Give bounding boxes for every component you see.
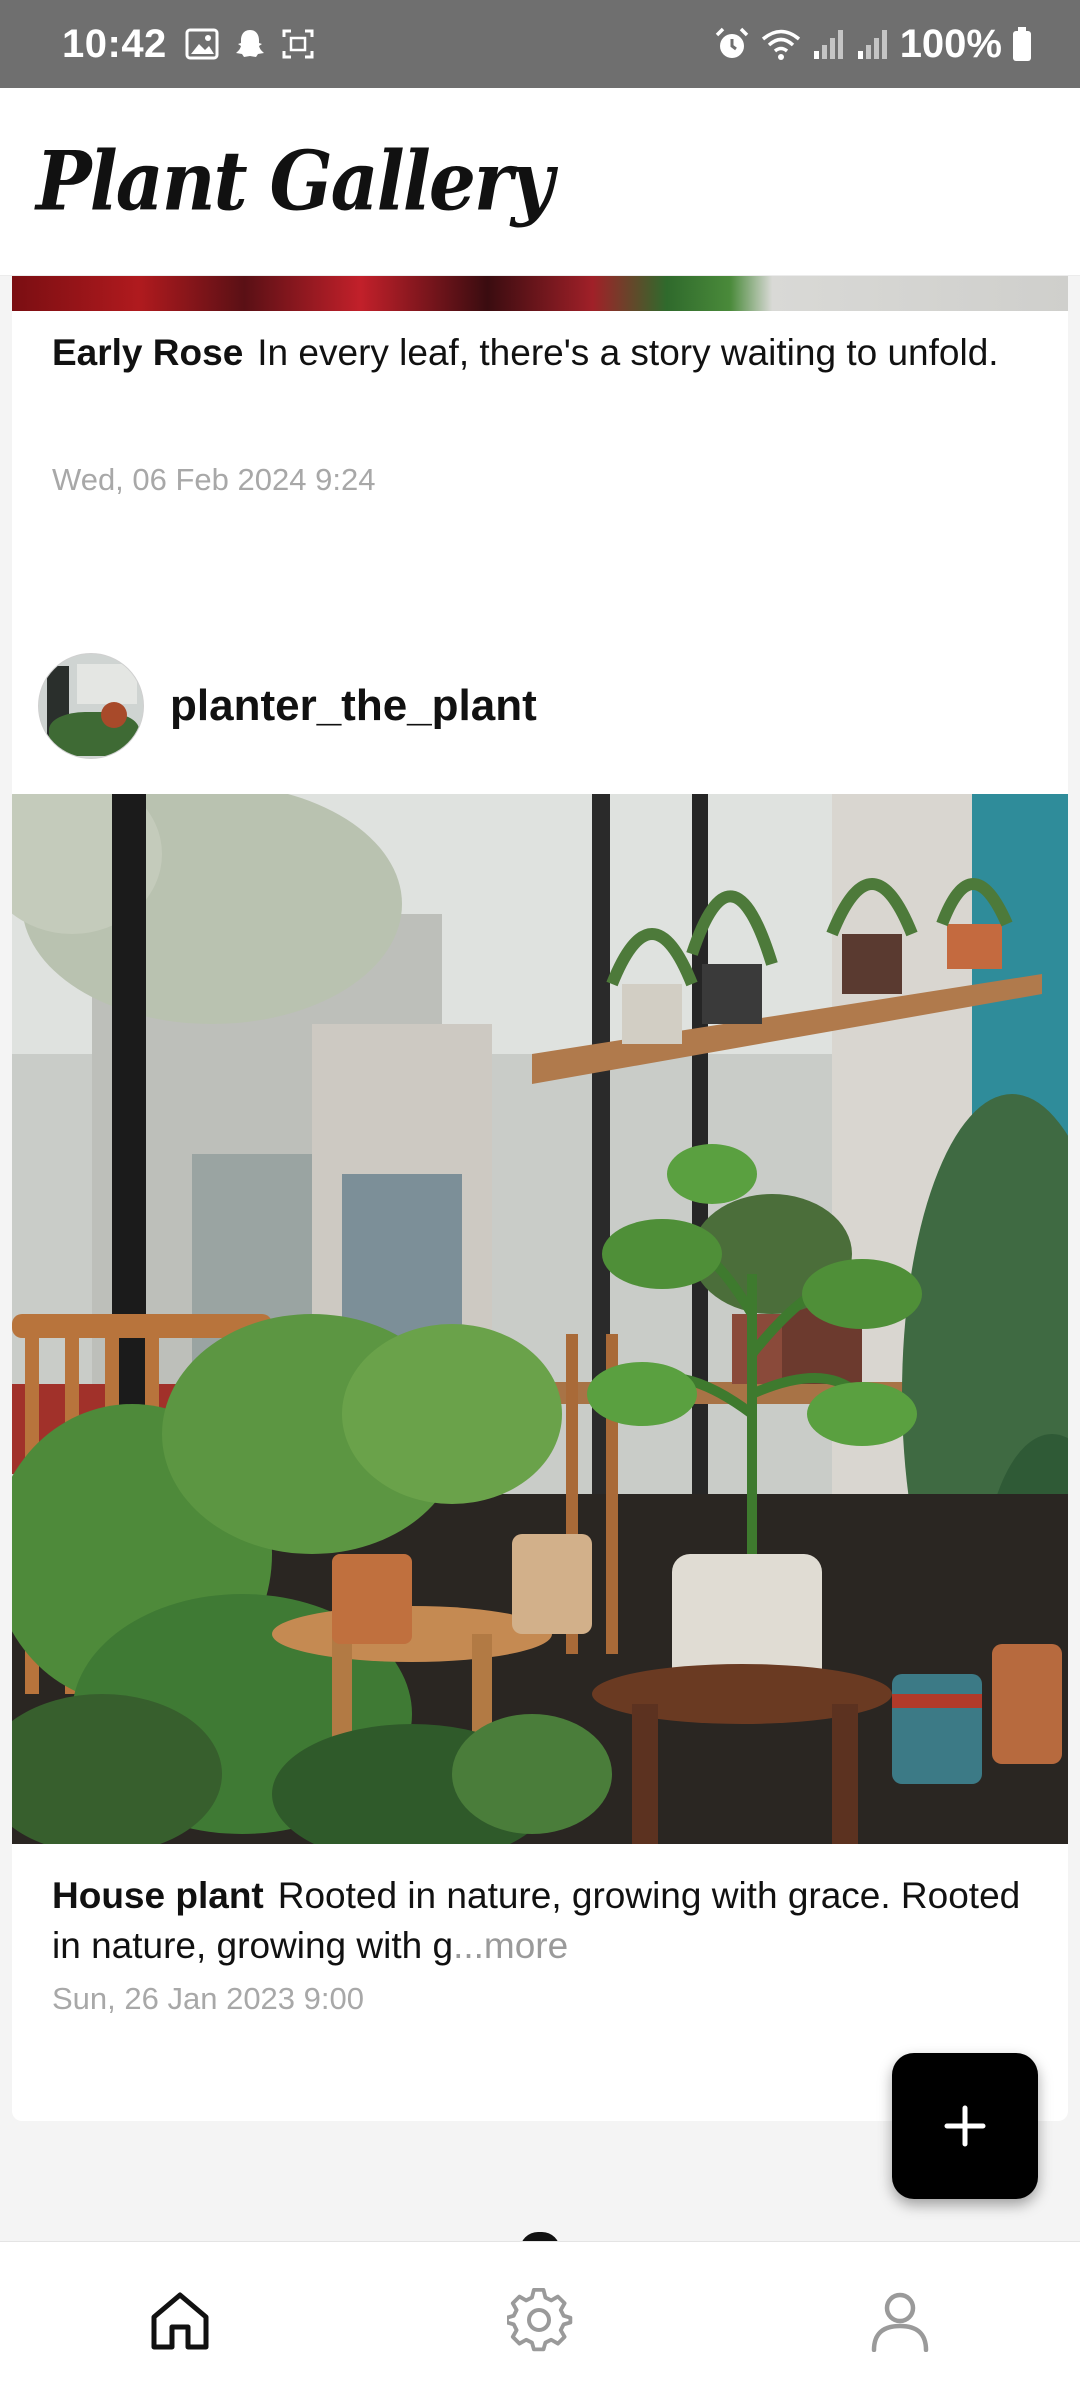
nav-profile[interactable] <box>720 2242 1080 2400</box>
home-icon <box>151 2292 209 2350</box>
post-feed[interactable]: Early Rose In every leaf, there's a story… <box>0 276 1080 2241</box>
avatar[interactable] <box>38 653 144 759</box>
post-caption: Early Rose In every leaf, there's a story… <box>52 328 1042 378</box>
post-author[interactable]: planter_the_plant <box>38 653 537 759</box>
signal-icon <box>856 27 890 61</box>
post-date: Wed, 06 Feb 2024 9:24 <box>52 462 376 497</box>
post-caption-text: In every leaf, there's a story waiting t… <box>257 332 999 373</box>
more-link[interactable]: ...more <box>453 1925 568 1966</box>
status-bar: 10:42 100% <box>0 0 1080 88</box>
bottom-nav <box>0 2241 1080 2400</box>
page-title: Plant Gallery <box>36 134 554 229</box>
post-title: Early Rose <box>52 332 244 373</box>
nav-settings[interactable] <box>360 2242 720 2400</box>
post-date: Sun, 26 Jan 2023 9:00 <box>52 1981 364 2016</box>
battery-percent: 100% <box>899 21 1002 66</box>
nav-home[interactable] <box>0 2242 360 2400</box>
alarm-icon <box>714 26 750 62</box>
username[interactable]: planter_the_plant <box>170 681 537 731</box>
post-caption: House plant Rooted in nature, growing wit… <box>52 1871 1042 1971</box>
post-image[interactable] <box>12 794 1068 1844</box>
status-time: 10:42 <box>62 21 167 66</box>
user-icon <box>871 2292 929 2352</box>
wifi-icon <box>760 26 802 62</box>
gallery-icon <box>185 27 219 61</box>
gear-icon <box>507 2288 573 2352</box>
plus-icon <box>944 2105 986 2147</box>
add-post-button[interactable] <box>892 2053 1038 2199</box>
signal-icon <box>812 27 846 61</box>
post-card[interactable]: planter_the_plant House plant Rooted in … <box>12 601 1068 2121</box>
app-header: Plant Gallery <box>0 88 1080 276</box>
screenshot-icon <box>281 27 315 61</box>
post-image[interactable] <box>12 276 1068 311</box>
post-title: House plant <box>52 1875 264 1916</box>
snapchat-icon <box>233 27 267 61</box>
battery-icon <box>1012 26 1032 62</box>
